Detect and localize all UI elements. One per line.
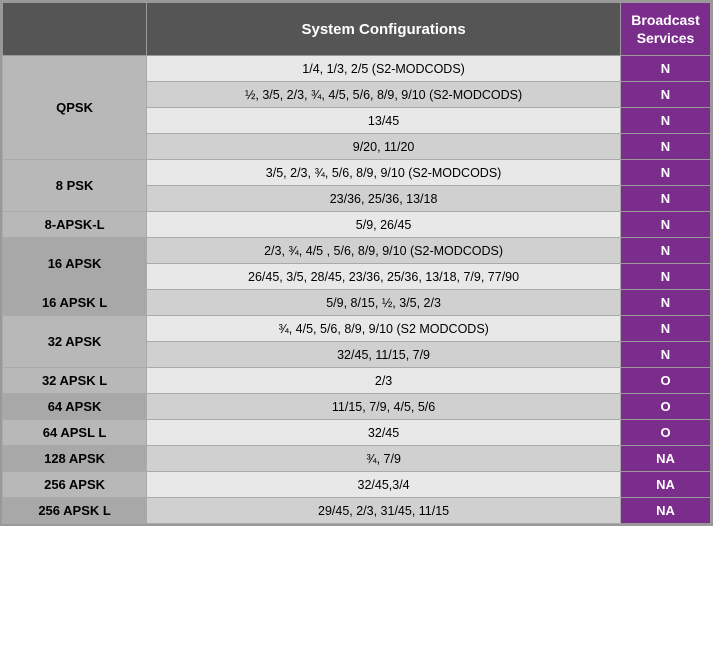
modulation-cell: 64 APSL L (3, 420, 147, 446)
config-cell: 29/45, 2/3, 31/45, 11/15 (147, 498, 621, 524)
table-row: 16 APSK2/3, ¾, 4/5 , 5/6, 8/9, 9/10 (S2-… (3, 238, 711, 264)
modulation-cell: QPSK (3, 56, 147, 160)
config-cell: 2/3 (147, 368, 621, 394)
broadcast-cell: N (621, 238, 711, 264)
broadcast-cell: N (621, 290, 711, 316)
configurations-table: System Configurations BroadcastServices … (2, 2, 711, 524)
table-row: 128 APSK¾, 7/9NA (3, 446, 711, 472)
broadcast-cell: N (621, 56, 711, 82)
broadcast-cell: O (621, 420, 711, 446)
config-cell: 13/45 (147, 108, 621, 134)
table-row: 64 APSK11/15, 7/9, 4/5, 5/6O (3, 394, 711, 420)
config-cell: 5/9, 26/45 (147, 212, 621, 238)
modulation-cell: 128 APSK (3, 446, 147, 472)
header-empty (3, 3, 147, 56)
modulation-cell: 256 APSK (3, 472, 147, 498)
broadcast-cell: N (621, 160, 711, 186)
broadcast-cell: N (621, 186, 711, 212)
modulation-cell: 16 APSK L (3, 290, 147, 316)
broadcast-cell: NA (621, 446, 711, 472)
table-row: 32 APSK¾, 4/5, 5/6, 8/9, 9/10 (S2 MODCOD… (3, 316, 711, 342)
table-row: 256 APSK L29/45, 2/3, 31/45, 11/15NA (3, 498, 711, 524)
config-cell: 11/15, 7/9, 4/5, 5/6 (147, 394, 621, 420)
broadcast-cell: O (621, 368, 711, 394)
broadcast-cell: N (621, 316, 711, 342)
broadcast-cell: NA (621, 498, 711, 524)
modulation-cell: 8-APSK-L (3, 212, 147, 238)
config-cell: 9/20, 11/20 (147, 134, 621, 160)
table-row: 16 APSK L5/9, 8/15, ½, 3/5, 2/3N (3, 290, 711, 316)
config-cell: 32/45,3/4 (147, 472, 621, 498)
broadcast-cell: N (621, 264, 711, 290)
table-row: QPSK1/4, 1/3, 2/5 (S2-MODCODS)N (3, 56, 711, 82)
modulation-cell: 256 APSK L (3, 498, 147, 524)
config-cell: 23/36, 25/36, 13/18 (147, 186, 621, 212)
modulation-cell: 32 APSK (3, 316, 147, 368)
config-cell: 26/45, 3/5, 28/45, 23/36, 25/36, 13/18, … (147, 264, 621, 290)
config-cell: 32/45 (147, 420, 621, 446)
config-cell: 3/5, 2/3, ¾, 5/6, 8/9, 9/10 (S2-MODCODS) (147, 160, 621, 186)
config-cell: ½, 3/5, 2/3, ¾, 4/5, 5/6, 8/9, 9/10 (S2-… (147, 82, 621, 108)
broadcast-cell: NA (621, 472, 711, 498)
config-cell: 1/4, 1/3, 2/5 (S2-MODCODS) (147, 56, 621, 82)
modulation-cell: 8 PSK (3, 160, 147, 212)
table-row: 8 PSK3/5, 2/3, ¾, 5/6, 8/9, 9/10 (S2-MOD… (3, 160, 711, 186)
broadcast-cell: N (621, 342, 711, 368)
broadcast-cell: N (621, 82, 711, 108)
header-system-configurations: System Configurations (147, 3, 621, 56)
broadcast-cell: O (621, 394, 711, 420)
config-cell: 32/45, 11/15, 7/9 (147, 342, 621, 368)
broadcast-cell: N (621, 212, 711, 238)
config-cell: ¾, 7/9 (147, 446, 621, 472)
main-table-wrapper: System Configurations BroadcastServices … (0, 0, 713, 526)
config-cell: 5/9, 8/15, ½, 3/5, 2/3 (147, 290, 621, 316)
table-row: 32 APSK L2/3O (3, 368, 711, 394)
modulation-cell: 64 APSK (3, 394, 147, 420)
broadcast-cell: N (621, 134, 711, 160)
modulation-cell: 16 APSK (3, 238, 147, 290)
config-cell: 2/3, ¾, 4/5 , 5/6, 8/9, 9/10 (S2-MODCODS… (147, 238, 621, 264)
header-broadcast-services: BroadcastServices (621, 3, 711, 56)
modulation-cell: 32 APSK L (3, 368, 147, 394)
broadcast-cell: N (621, 108, 711, 134)
config-cell: ¾, 4/5, 5/6, 8/9, 9/10 (S2 MODCODS) (147, 316, 621, 342)
table-row: 256 APSK32/45,3/4NA (3, 472, 711, 498)
table-row: 8-APSK-L5/9, 26/45N (3, 212, 711, 238)
table-row: 64 APSL L32/45O (3, 420, 711, 446)
